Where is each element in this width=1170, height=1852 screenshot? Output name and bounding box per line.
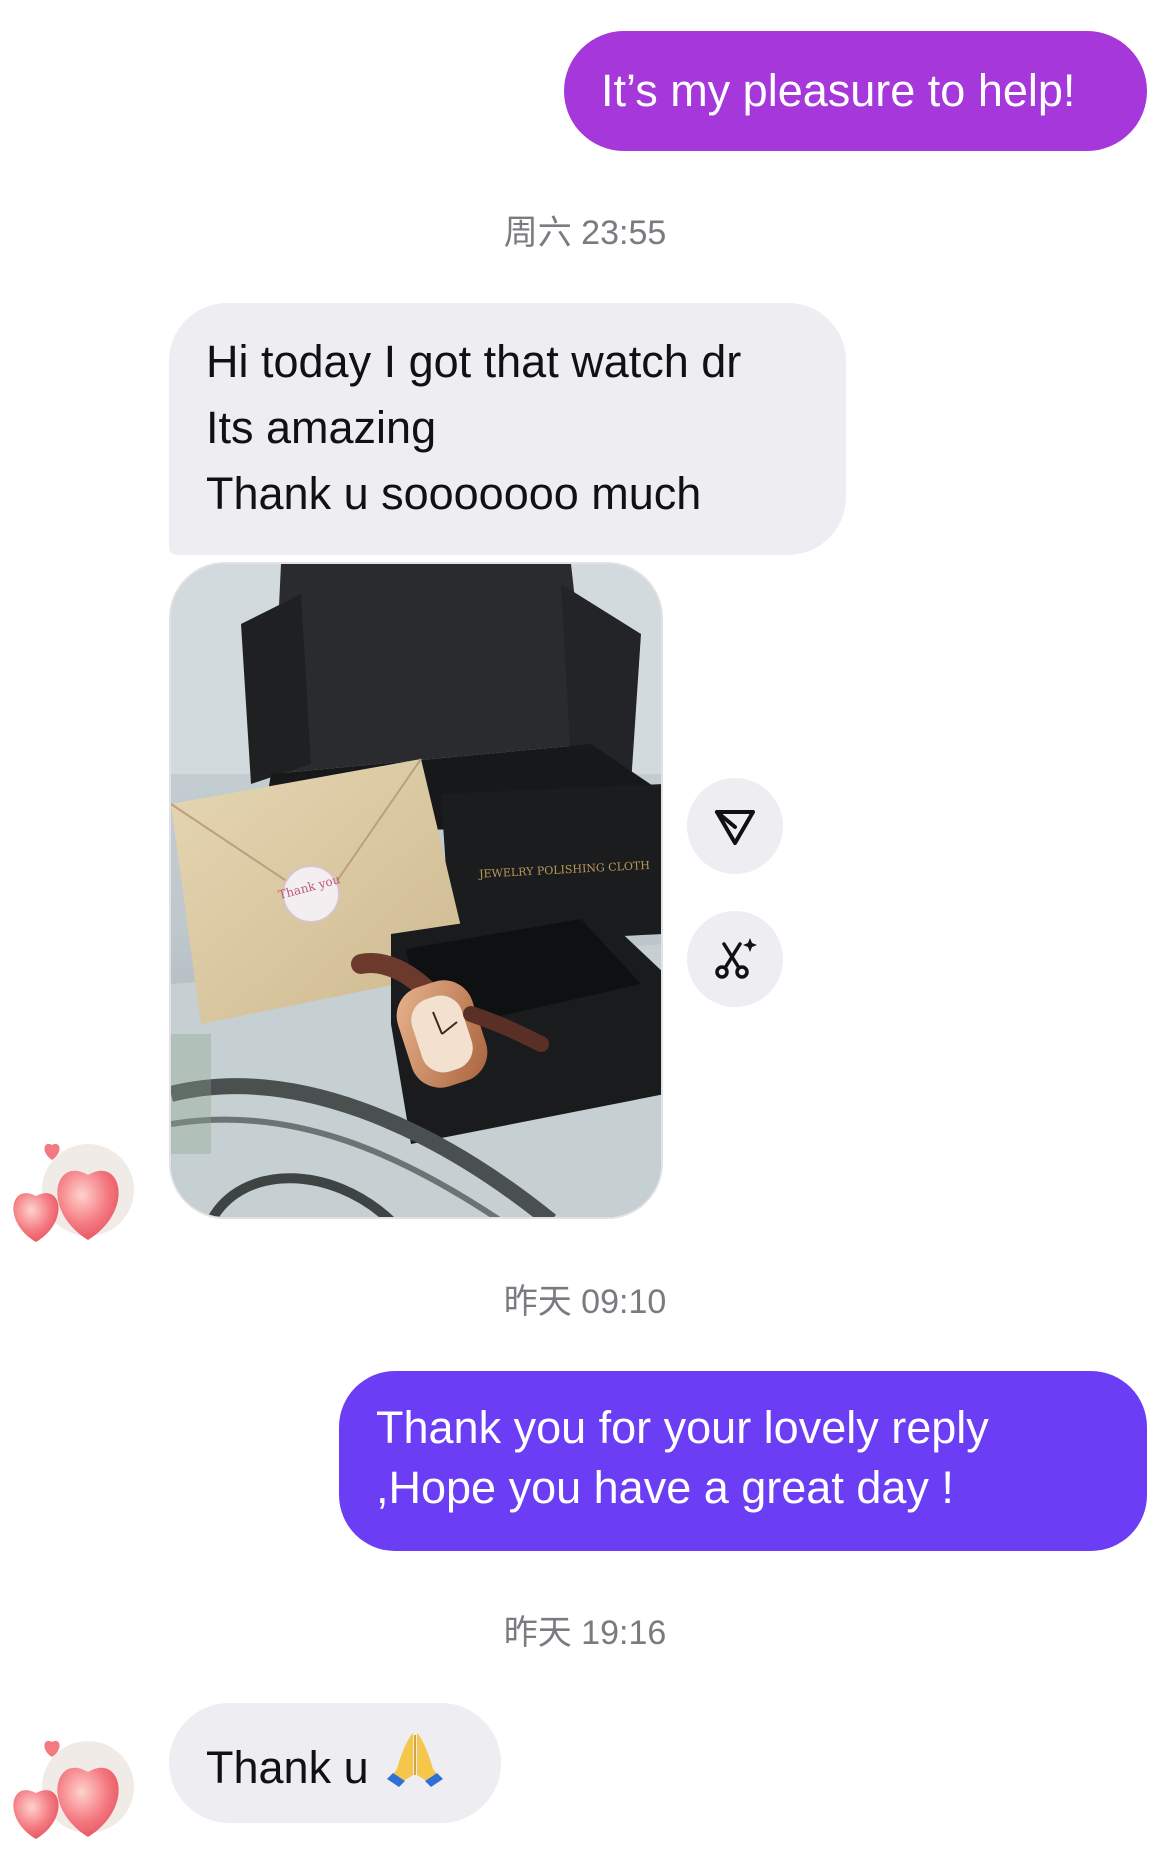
message-text: It’s my pleasure to help! — [601, 65, 1076, 116]
folded-hands-icon — [383, 1729, 447, 1807]
outgoing-message-bubble[interactable]: Thank you for your lovely reply ,Hope yo… — [339, 1371, 1147, 1551]
scissors-sparkle-icon — [715, 938, 757, 979]
message-text: Thank u — [206, 1742, 369, 1793]
message-line: Its amazing — [206, 402, 437, 453]
watch-package-photo: JEWELRY POLISHING CLOTH Thank you — [171, 564, 661, 1217]
timestamp: 周六 23:55 — [503, 214, 667, 252]
heart-reaction-avatar[interactable] — [0, 1130, 160, 1250]
hearts-icon — [13, 1143, 134, 1242]
photo-message[interactable]: JEWELRY POLISHING CLOTH Thank you — [169, 562, 663, 1219]
message-text: Thank you for your lovely reply ,Hope yo… — [376, 1402, 989, 1513]
paper-plane-icon — [715, 810, 755, 845]
outgoing-message-bubble[interactable]: It’s my pleasure to help! — [564, 31, 1147, 151]
incoming-message-bubble[interactable]: Hi today I got that watch dr Its amazing… — [169, 303, 846, 555]
incoming-message-bubble[interactable]: Thank u — [169, 1703, 501, 1823]
edit-sticker-button[interactable] — [687, 911, 783, 1007]
share-button[interactable] — [687, 778, 783, 874]
heart-reaction-avatar[interactable] — [0, 1727, 160, 1847]
hearts-icon — [13, 1740, 134, 1839]
timestamp: 昨天 09:10 — [503, 1283, 667, 1321]
message-line: Hi today I got that watch dr — [206, 336, 742, 387]
timestamp: 昨天 19:16 — [503, 1614, 667, 1652]
message-line: Thank u sooooooo much — [206, 468, 702, 519]
